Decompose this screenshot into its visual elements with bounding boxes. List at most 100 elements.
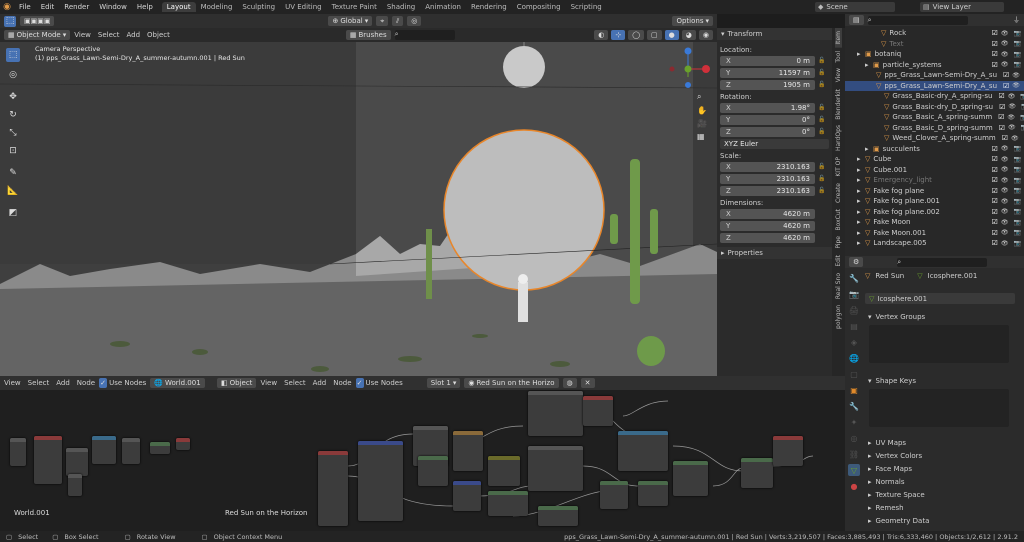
eye-icon[interactable]: 👁	[1001, 177, 1009, 184]
node[interactable]	[453, 481, 481, 511]
tool-icon[interactable]: 🔧	[848, 272, 860, 284]
vertex-groups-list[interactable]	[869, 325, 1009, 363]
panel-uv-maps[interactable]: ▸ UV Maps	[865, 436, 1021, 449]
eye-icon[interactable]: 👁	[1007, 114, 1015, 121]
world-selector[interactable]: 🌐 World.001	[150, 378, 205, 388]
material-shading-icon[interactable]: ◕	[681, 30, 696, 40]
side-tab-edit[interactable]: Edit	[835, 252, 842, 270]
render-icon[interactable]: 📷	[848, 288, 860, 300]
checkbox-icon[interactable]: ☑	[992, 208, 998, 216]
side-tab-hardops[interactable]: HardOps	[835, 122, 842, 154]
menu-help[interactable]: Help	[132, 3, 158, 11]
checkbox-icon[interactable]: ☑	[999, 124, 1005, 132]
overlay-icon[interactable]: ◯	[628, 30, 645, 40]
side-tab-kit-op[interactable]: KIT OP	[835, 154, 842, 180]
dimensions-x-field[interactable]: X 4620 m	[720, 208, 815, 219]
checkbox-icon[interactable]: ☑	[992, 176, 998, 184]
properties-search-input[interactable]: ⌕	[897, 257, 988, 267]
checkbox-icon[interactable]: ☑	[1003, 82, 1009, 90]
tab-modeling[interactable]: Modeling	[196, 2, 238, 12]
outliner-row[interactable]: ▸ ▽ Emergency_light ☑ 👁 📷	[845, 175, 1024, 186]
view-layer-icon[interactable]: ▤	[848, 320, 860, 332]
eye-icon[interactable]: 👁	[1001, 240, 1009, 247]
outliner-row[interactable]: ▸ ▣ botaniq ☑ 👁 📷	[845, 49, 1024, 60]
visibility-icon[interactable]: ◐	[594, 30, 609, 40]
world-node-editor[interactable]: View Select Add Node ✓ Use Nodes 🌐 World.001 …	[0, 376, 213, 531]
camera-icon[interactable]: 📷	[1021, 124, 1024, 131]
tab-uv-editing[interactable]: UV Editing	[280, 2, 327, 12]
expand-arrow-icon[interactable]: ▸	[857, 50, 862, 58]
object-icon[interactable]: ▣	[848, 384, 860, 396]
side-tab-polygon[interactable]: polygon	[835, 302, 842, 332]
outliner-row[interactable]: ▸ ▽ Fake fog plane ☑ 👁 📷	[845, 186, 1024, 197]
properties-panel-header[interactable]: ▸ Properties	[717, 247, 832, 259]
outliner-row[interactable]: ▸ ▽ Fake fog plane.002 ☑ 👁 📷	[845, 207, 1024, 218]
camera-icon[interactable]: 📷	[1020, 114, 1024, 121]
side-tab-real-sno[interactable]: Real Sno	[835, 270, 842, 302]
outliner-row[interactable]: ▸ ▣ succulents ☑ 👁 📷	[845, 144, 1024, 155]
node[interactable]	[150, 442, 170, 454]
camera-icon[interactable]: 📷	[1014, 145, 1021, 152]
expand-arrow-icon[interactable]: ▸	[857, 197, 862, 205]
world-menu-view[interactable]: View	[4, 379, 21, 387]
menu-edit[interactable]: Edit	[36, 3, 60, 11]
rotation-x-field[interactable]: X 1.98°	[720, 102, 815, 113]
scene-icon[interactable]: ◈	[848, 336, 860, 348]
world-menu-node[interactable]: Node	[77, 379, 95, 387]
panel-remesh[interactable]: ▸ Remesh	[865, 501, 1021, 514]
outliner-row[interactable]: ▽Grass_Basic_D_spring-summ ☑👁 📷	[845, 123, 1024, 134]
checkbox-icon[interactable]: ☑	[999, 103, 1005, 111]
checkbox-icon[interactable]: ☑	[992, 239, 998, 247]
transform-icon[interactable]: ⊡	[6, 144, 20, 158]
node[interactable]	[10, 438, 26, 466]
rotation-y-field[interactable]: Y 0°	[720, 114, 815, 125]
eye-icon[interactable]: 👁	[1008, 124, 1016, 131]
viewport-menu-select[interactable]: Select	[98, 31, 120, 39]
collection-icon[interactable]: ▢	[848, 368, 860, 380]
checkbox-icon[interactable]: ☑	[992, 145, 998, 153]
rotate-icon[interactable]: ↻	[6, 108, 20, 122]
physics-icon[interactable]: ◎	[848, 432, 860, 444]
panel-geometry-data[interactable]: ▸ Geometry Data	[865, 514, 1021, 527]
eye-icon[interactable]: 👁	[1001, 30, 1009, 37]
checkbox-icon[interactable]: ☑	[992, 61, 998, 69]
lock-icon[interactable]: 🔓	[815, 175, 829, 182]
outliner-row[interactable]: ▸ ▽ Fake Moon ☑ 👁 📷	[845, 217, 1024, 228]
camera-icon[interactable]: 📷	[1014, 219, 1021, 226]
brush-search-input[interactable]: ⌕	[394, 30, 455, 40]
outliner-row[interactable]: ▽Weed_Clover_A_spring-summ☑👁📷	[845, 133, 1024, 144]
camera-icon[interactable]: 📷	[1014, 208, 1021, 215]
tab-animation[interactable]: Animation	[420, 2, 466, 12]
eye-icon[interactable]: 👁	[1001, 51, 1009, 58]
expand-arrow-icon[interactable]: ▸	[857, 155, 862, 163]
node[interactable]	[488, 491, 528, 516]
view-layer-selector[interactable]: ▤ View Layer	[920, 2, 1004, 12]
expand-arrow-icon[interactable]: ▸	[865, 61, 870, 69]
viewport-3d[interactable]: ⬚ ▣▣▣▣ ⊕ Global ▾ ⌖ ⫽ ◎ Options ▾ ▦ Object M…	[0, 14, 717, 376]
vertex-groups-header[interactable]: ▾ Vertex Groups	[865, 310, 1021, 323]
viewport-menu-view[interactable]: View	[74, 31, 91, 39]
camera-icon[interactable]: 📷	[1014, 61, 1021, 68]
expand-arrow-icon[interactable]: ▸	[857, 229, 862, 237]
xray-icon[interactable]: ▢	[647, 30, 662, 40]
pivot-icon[interactable]: ⌖	[376, 16, 389, 26]
outliner-row[interactable]: ▽pps_Grass_Lawn-Semi-Dry_A_su☑👁📷	[845, 80, 1024, 91]
scene-selector[interactable]: ◆ Scene	[815, 2, 895, 12]
camera-icon[interactable]: 📷	[1014, 187, 1021, 194]
outliner-row[interactable]: ▸ ▽ Cube ☑ 👁 📷	[845, 154, 1024, 165]
camera-icon[interactable]: 📷	[1014, 30, 1021, 37]
object-mode-dropdown[interactable]: ▦ Object Mode ▾	[4, 30, 71, 40]
measure-icon[interactable]: 📐	[6, 184, 20, 198]
node[interactable]	[673, 461, 708, 496]
camera-icon[interactable]: 📷	[1020, 93, 1024, 100]
modifier-icon[interactable]: 🔧	[848, 400, 860, 412]
viewport-menu-object[interactable]: Object	[147, 31, 170, 39]
tab-rendering[interactable]: Rendering	[466, 2, 512, 12]
outliner-row[interactable]: ▸ ▽ Fake fog plane.001 ☑ 👁 📷	[845, 196, 1024, 207]
outliner-row[interactable]: ▽ Text ☑ 👁 📷	[845, 39, 1024, 50]
cursor-icon[interactable]: ◎	[6, 68, 20, 82]
viewport-menu-add[interactable]: Add	[126, 31, 140, 39]
side-tab-item[interactable]: Item	[835, 28, 842, 48]
side-tab-create[interactable]: Create	[835, 180, 842, 206]
navigation-gizmo[interactable]	[668, 47, 712, 91]
